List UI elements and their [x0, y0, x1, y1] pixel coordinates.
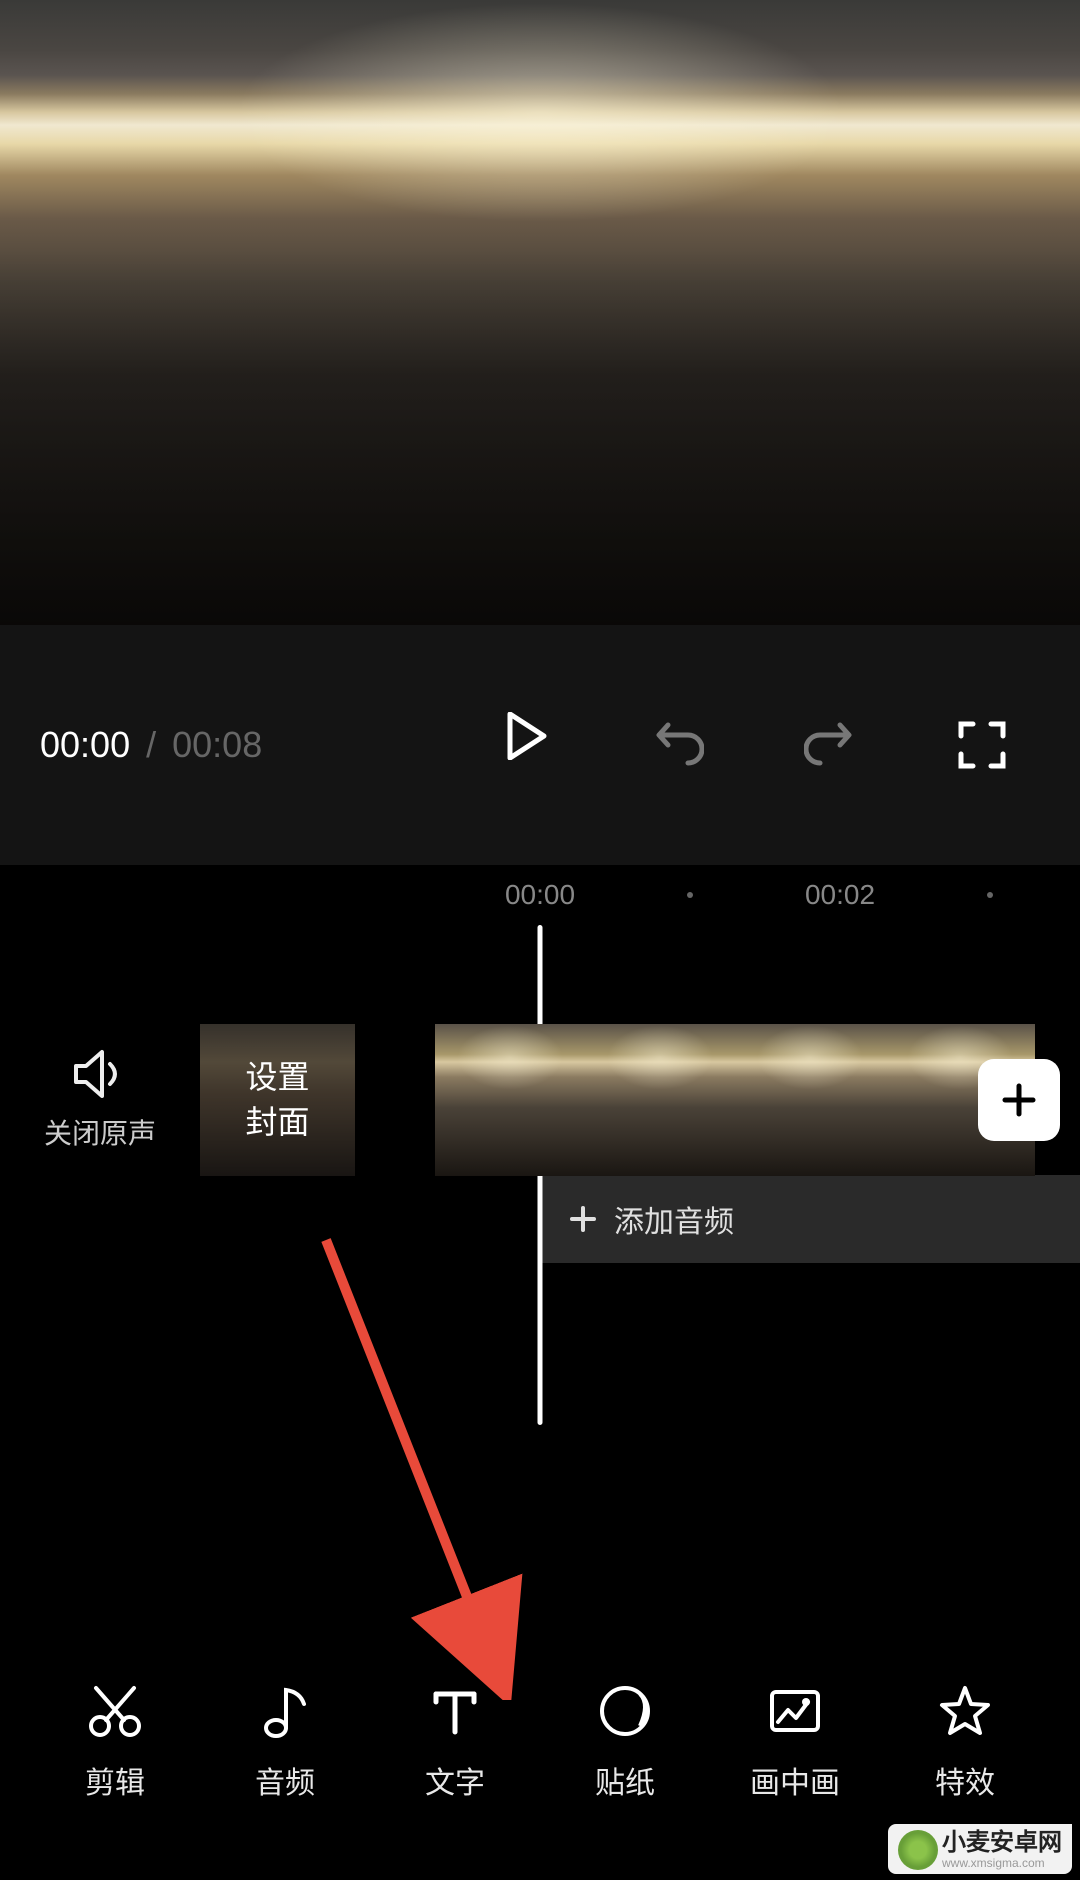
tool-sticker[interactable]: 贴纸	[555, 1680, 695, 1850]
play-button[interactable]	[506, 712, 574, 780]
video-preview[interactable]	[0, 0, 1080, 625]
tool-label: 剪辑	[85, 1758, 145, 1802]
redo-button[interactable]	[796, 711, 864, 779]
music-note-icon	[254, 1680, 316, 1742]
plus-icon	[999, 1080, 1039, 1120]
clip-frame	[585, 1024, 735, 1176]
tool-edit[interactable]: 剪辑	[45, 1680, 185, 1850]
clip-frame	[435, 1024, 585, 1176]
play-icon	[506, 712, 548, 760]
tool-label: 画中画	[750, 1758, 840, 1802]
tool-text[interactable]: 文字	[385, 1680, 525, 1850]
sticker-icon	[594, 1680, 656, 1742]
tool-label: 贴纸	[595, 1758, 655, 1802]
watermark-main: 小麦安卓网	[942, 1830, 1062, 1856]
ruler-tick: 00:02	[805, 879, 875, 911]
video-clip-strip[interactable]	[435, 1024, 1080, 1176]
tool-pip[interactable]: 画中画	[725, 1680, 865, 1850]
set-cover-button[interactable]: 设置 封面	[200, 1024, 355, 1176]
undo-icon	[652, 719, 704, 771]
picture-in-picture-icon	[764, 1680, 826, 1742]
undo-button[interactable]	[644, 711, 712, 779]
controls-right	[620, 711, 1040, 779]
player-controls-bar: 00:00 / 00:08	[0, 625, 1080, 865]
redo-icon	[804, 719, 856, 771]
tool-label: 音频	[255, 1758, 315, 1802]
controls-row: 00:00 / 00:08	[40, 625, 1040, 865]
ruler-tick: 00:00	[505, 879, 575, 911]
current-time: 00:00	[40, 724, 130, 765]
time-display: 00:00 / 00:08	[40, 724, 262, 766]
tool-label: 特效	[935, 1758, 995, 1802]
add-audio-label: 添加音频	[614, 1197, 734, 1241]
tool-audio[interactable]: 音频	[215, 1680, 355, 1850]
plus-icon	[568, 1204, 598, 1234]
fullscreen-button[interactable]	[948, 711, 1016, 779]
time-separator: /	[146, 724, 156, 765]
ruler-dot	[687, 892, 693, 898]
star-icon	[934, 1680, 996, 1742]
watermark-sub: www.xmsigma.com	[942, 1857, 1062, 1870]
text-icon	[424, 1680, 486, 1742]
tool-label: 文字	[425, 1758, 485, 1802]
speaker-icon	[72, 1048, 128, 1100]
watermark-logo-icon	[898, 1830, 938, 1870]
clip-frame	[735, 1024, 885, 1176]
cover-label-line1: 设置	[245, 1055, 309, 1100]
ruler-dot	[987, 892, 993, 898]
watermark: 小麦安卓网 www.xmsigma.com	[888, 1824, 1072, 1874]
watermark-text: 小麦安卓网 www.xmsigma.com	[942, 1830, 1062, 1870]
mute-label: 关闭原声	[44, 1112, 156, 1152]
video-track-row: 关闭原声 设置 封面	[0, 1025, 1080, 1175]
scissors-icon	[84, 1680, 146, 1742]
total-time: 00:08	[172, 724, 262, 765]
mute-original-button[interactable]: 关闭原声	[0, 1048, 200, 1152]
cover-label-line2: 封面	[245, 1100, 309, 1145]
add-clip-button[interactable]	[978, 1059, 1060, 1141]
fullscreen-icon	[957, 720, 1007, 770]
timeline-ruler[interactable]: 00:00 00:02	[0, 865, 1080, 925]
add-audio-button[interactable]: 添加音频	[540, 1175, 1080, 1263]
